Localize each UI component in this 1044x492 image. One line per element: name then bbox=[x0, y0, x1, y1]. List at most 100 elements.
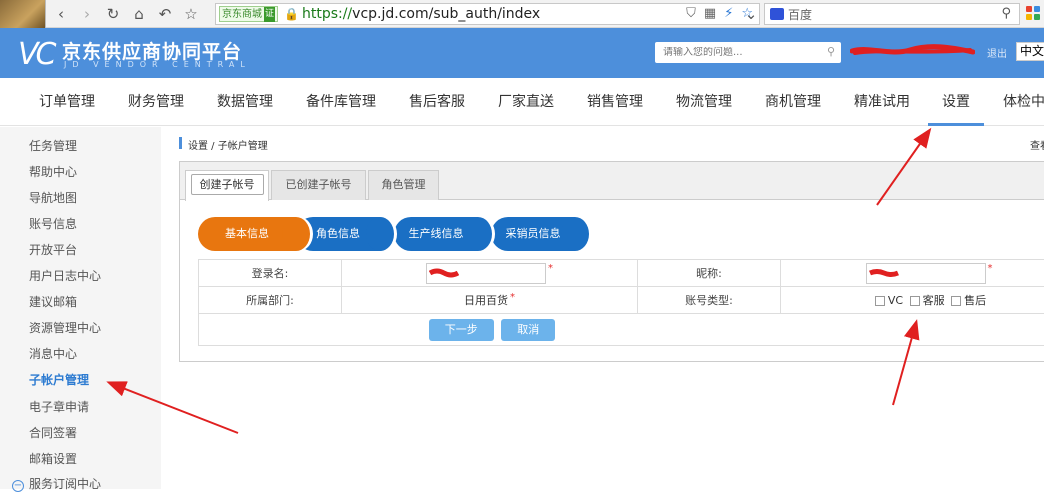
account-type-cs-checkbox[interactable] bbox=[910, 296, 920, 306]
dropdown-chevron-icon[interactable]: ⌄ bbox=[740, 3, 762, 25]
login-name-input[interactable] bbox=[426, 263, 546, 284]
sidebar-item-messages[interactable]: 消息中心 bbox=[29, 345, 77, 362]
step-basic-info[interactable]: 基本信息 bbox=[198, 217, 296, 251]
browser-search-box[interactable]: 百度 ⚲ bbox=[764, 3, 1020, 25]
browser-avatar[interactable] bbox=[0, 0, 46, 28]
url-scheme: https:// bbox=[302, 6, 352, 22]
forward-icon[interactable]: › bbox=[76, 3, 98, 25]
sidebar-item-open-platform[interactable]: 开放平台 bbox=[29, 241, 77, 258]
login-name-label: 登录名: bbox=[199, 260, 342, 287]
main-nav: 订单管理 财务管理 数据管理 备件库管理 售后客服 厂家直送 销售管理 物流管理… bbox=[0, 78, 1044, 126]
login-name-cell: * bbox=[342, 260, 638, 287]
apps-grid-icon[interactable] bbox=[1026, 6, 1040, 20]
department-cell: 日用百货* bbox=[342, 287, 638, 314]
undo-icon[interactable]: ↶ bbox=[154, 3, 176, 25]
step-label: 基本信息 bbox=[225, 227, 269, 240]
step-buyer-info[interactable]: 采销员信息 bbox=[491, 217, 575, 251]
nav-opportunity[interactable]: 商机管理 bbox=[765, 78, 821, 126]
url-text[interactable]: https://vcp.jd.com/sub_auth/index bbox=[302, 6, 540, 22]
account-type-vc-label: VC bbox=[888, 294, 903, 307]
sidebar-item-sub-accounts[interactable]: 子帐户管理 bbox=[29, 371, 89, 388]
department-value: 日用百货 bbox=[464, 294, 508, 307]
language-select[interactable]: 中文 bbox=[1016, 42, 1044, 61]
next-step-button[interactable]: 下一步 bbox=[429, 319, 494, 341]
sidebar-item-e-seal[interactable]: 电子章申请 bbox=[29, 398, 89, 415]
sidebar-group-subscriptions[interactable]: −服务订阅中心 bbox=[12, 475, 101, 492]
nav-orders[interactable]: 订单管理 bbox=[39, 78, 95, 126]
baidu-logo-icon bbox=[770, 8, 784, 20]
tab-label: 创建子帐号 bbox=[191, 174, 264, 195]
nav-finance[interactable]: 财务管理 bbox=[128, 78, 184, 126]
sidebar-item-contracts[interactable]: 合同签署 bbox=[29, 424, 77, 441]
site-header: VC 京东供应商协同平台 JD VENDOR CENTRAL ⚲ 退出 中文 bbox=[0, 28, 1044, 78]
tab-role-management[interactable]: 角色管理 bbox=[368, 170, 439, 200]
search-engine-label: 百度 bbox=[788, 6, 812, 23]
url-path: /sub_auth/index bbox=[429, 6, 541, 22]
nav-sales[interactable]: 销售管理 bbox=[587, 78, 643, 126]
account-type-aftersales-checkbox[interactable] bbox=[951, 296, 961, 306]
nav-direct-ship[interactable]: 厂家直送 bbox=[498, 78, 554, 126]
lock-icon: 🔒 bbox=[284, 7, 299, 21]
nav-after-sales[interactable]: 售后客服 bbox=[409, 78, 465, 126]
cancel-button[interactable]: 取消 bbox=[501, 319, 555, 341]
step-indicator: 基本信息 角色信息 生产线信息 采销员信息 bbox=[198, 217, 598, 251]
step-production-line[interactable]: 生产线信息 bbox=[394, 217, 478, 251]
sidebar-item-account[interactable]: 账号信息 bbox=[29, 215, 77, 232]
shield-icon[interactable]: ⛉ bbox=[686, 6, 696, 21]
nickname-label: 昵称: bbox=[638, 260, 781, 287]
address-bar[interactable]: 京东商城 证 🔒 https://vcp.jd.com/sub_auth/ind… bbox=[215, 3, 760, 25]
sub-account-panel: 创建子帐号 已创建子帐号 角色管理 基本信息 角色信息 生产线信息 采销员信息 … bbox=[179, 161, 1044, 362]
account-type-vc-checkbox[interactable] bbox=[875, 296, 885, 306]
breadcrumb: 设置 / 子帐户管理 bbox=[179, 137, 268, 152]
nav-settings[interactable]: 设置 bbox=[942, 78, 970, 126]
account-type-label: 账号类型: bbox=[638, 287, 781, 314]
back-icon[interactable]: ‹ bbox=[50, 3, 72, 25]
redacted-nickname bbox=[869, 268, 899, 278]
basic-info-form: 登录名: * 昵称: * 所属部门: 日用百货* 账号类型: VC 客服 bbox=[198, 259, 1044, 346]
sidebar-item-help[interactable]: 帮助中心 bbox=[29, 163, 77, 180]
step-label: 角色信息 bbox=[316, 227, 360, 240]
step-label: 采销员信息 bbox=[506, 227, 561, 240]
account-type-cs-label: 客服 bbox=[923, 294, 945, 307]
redacted-username bbox=[850, 44, 975, 58]
nav-checkup[interactable]: 体检中 bbox=[1003, 78, 1044, 126]
help-search-input[interactable] bbox=[655, 47, 815, 58]
lightning-icon[interactable]: ⚡ bbox=[724, 6, 733, 21]
search-icon[interactable]: ⚲ bbox=[1001, 6, 1011, 21]
sidebar-item-feedback-mail[interactable]: 建议邮箱 bbox=[29, 293, 77, 310]
sidebar-item-user-log[interactable]: 用户日志中心 bbox=[29, 267, 101, 284]
nav-trial[interactable]: 精准试用 bbox=[854, 78, 910, 126]
nav-logistics[interactable]: 物流管理 bbox=[676, 78, 732, 126]
sidebar-item-resources[interactable]: 资源管理中心 bbox=[29, 319, 101, 336]
nickname-input[interactable] bbox=[866, 263, 986, 284]
site-subtitle: JD VENDOR CENTRAL bbox=[64, 60, 251, 69]
site-badge-label: 京东商城 bbox=[222, 7, 262, 22]
bookmark-star-icon[interactable]: ☆ bbox=[180, 3, 202, 25]
nav-spare-parts[interactable]: 备件库管理 bbox=[306, 78, 376, 126]
collapse-icon[interactable]: − bbox=[12, 480, 24, 492]
sidebar-item-sitemap[interactable]: 导航地图 bbox=[29, 189, 77, 206]
step-label: 生产线信息 bbox=[409, 227, 464, 240]
tab-bar: 创建子帐号 已创建子帐号 角色管理 bbox=[180, 162, 1044, 200]
sidebar-item-tasks[interactable]: 任务管理 bbox=[29, 137, 77, 154]
home-icon[interactable]: ⌂ bbox=[128, 3, 150, 25]
search-icon[interactable]: ⚲ bbox=[827, 45, 835, 58]
account-type-cell: VC 客服 售后 bbox=[781, 287, 1044, 314]
view-link[interactable]: 查看 bbox=[1030, 137, 1044, 152]
tab-create-sub-account[interactable]: 创建子帐号 bbox=[185, 170, 269, 201]
required-mark: * bbox=[510, 292, 515, 303]
help-search[interactable]: ⚲ bbox=[655, 42, 841, 63]
reload-icon[interactable]: ↻ bbox=[102, 3, 124, 25]
required-mark: * bbox=[988, 263, 993, 274]
site-badge: 京东商城 证 bbox=[219, 6, 278, 22]
sidebar bbox=[0, 127, 161, 489]
logout-link[interactable]: 退出 bbox=[987, 45, 1007, 60]
qr-code-icon[interactable]: ▦ bbox=[704, 6, 716, 21]
nav-data[interactable]: 数据管理 bbox=[217, 78, 273, 126]
tab-created-sub-accounts[interactable]: 已创建子帐号 bbox=[271, 170, 366, 200]
redacted-login bbox=[429, 268, 459, 278]
account-type-aftersales-label: 售后 bbox=[964, 294, 986, 307]
sidebar-item-mail-settings[interactable]: 邮箱设置 bbox=[29, 450, 77, 467]
nickname-cell: * bbox=[781, 260, 1044, 287]
department-label: 所属部门: bbox=[199, 287, 342, 314]
